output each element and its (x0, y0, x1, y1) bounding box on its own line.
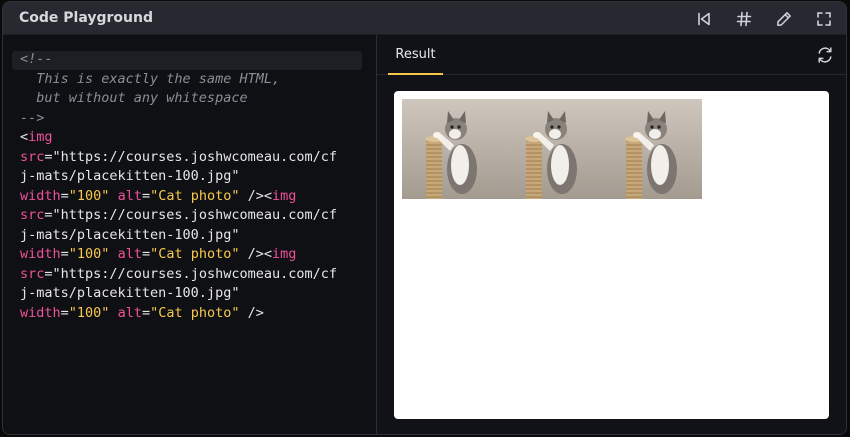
code-line: j-mats/placekitten-100.jpg" (20, 226, 240, 243)
cat-photo (502, 99, 602, 199)
titlebar: Code Playground (3, 2, 846, 35)
cat-photo (402, 99, 502, 199)
hash-icon[interactable] (733, 8, 755, 30)
code-text[interactable]: <!-- This is exactly the same HTML, but … (20, 50, 337, 323)
code-line: <!-- (20, 51, 53, 67)
code-line: This is exactly the same HTML, (20, 70, 281, 87)
code-line: width="100" alt="Cat photo" /><img (20, 187, 297, 204)
cat-images (402, 99, 702, 199)
code-line: j-mats/placekitten-100.jpg" (20, 285, 240, 301)
pencil-icon[interactable] (773, 8, 795, 30)
fullscreen-icon[interactable] (813, 8, 835, 30)
code-line: src="https://courses.joshwcomeau.com/cf (20, 265, 337, 282)
code-line: <img (20, 129, 53, 145)
code-line: src="https://courses.joshwcomeau.com/cf (20, 148, 337, 165)
result-preview (394, 91, 829, 419)
tab-result[interactable]: Result (388, 35, 443, 75)
results-pane: Result (377, 35, 846, 434)
skip-back-icon[interactable] (693, 8, 715, 30)
code-playground: Code Playground <!-- This is exactly the… (2, 1, 847, 435)
results-tabbar: Result (377, 35, 846, 75)
code-line: width="100" alt="Cat photo" /><img (20, 246, 297, 262)
refresh-icon[interactable] (814, 44, 836, 66)
cat-photo (602, 99, 702, 199)
code-editor[interactable]: <!-- This is exactly the same HTML, but … (3, 35, 377, 434)
code-line: src="https://courses.joshwcomeau.com/cf (20, 207, 337, 223)
code-line: but without any whitespace (20, 90, 248, 106)
code-line: j-mats/placekitten-100.jpg" (20, 168, 240, 184)
code-line: width="100" alt="Cat photo" /> (20, 304, 264, 321)
code-line: --> (20, 109, 45, 126)
window-title: Code Playground (19, 10, 153, 26)
